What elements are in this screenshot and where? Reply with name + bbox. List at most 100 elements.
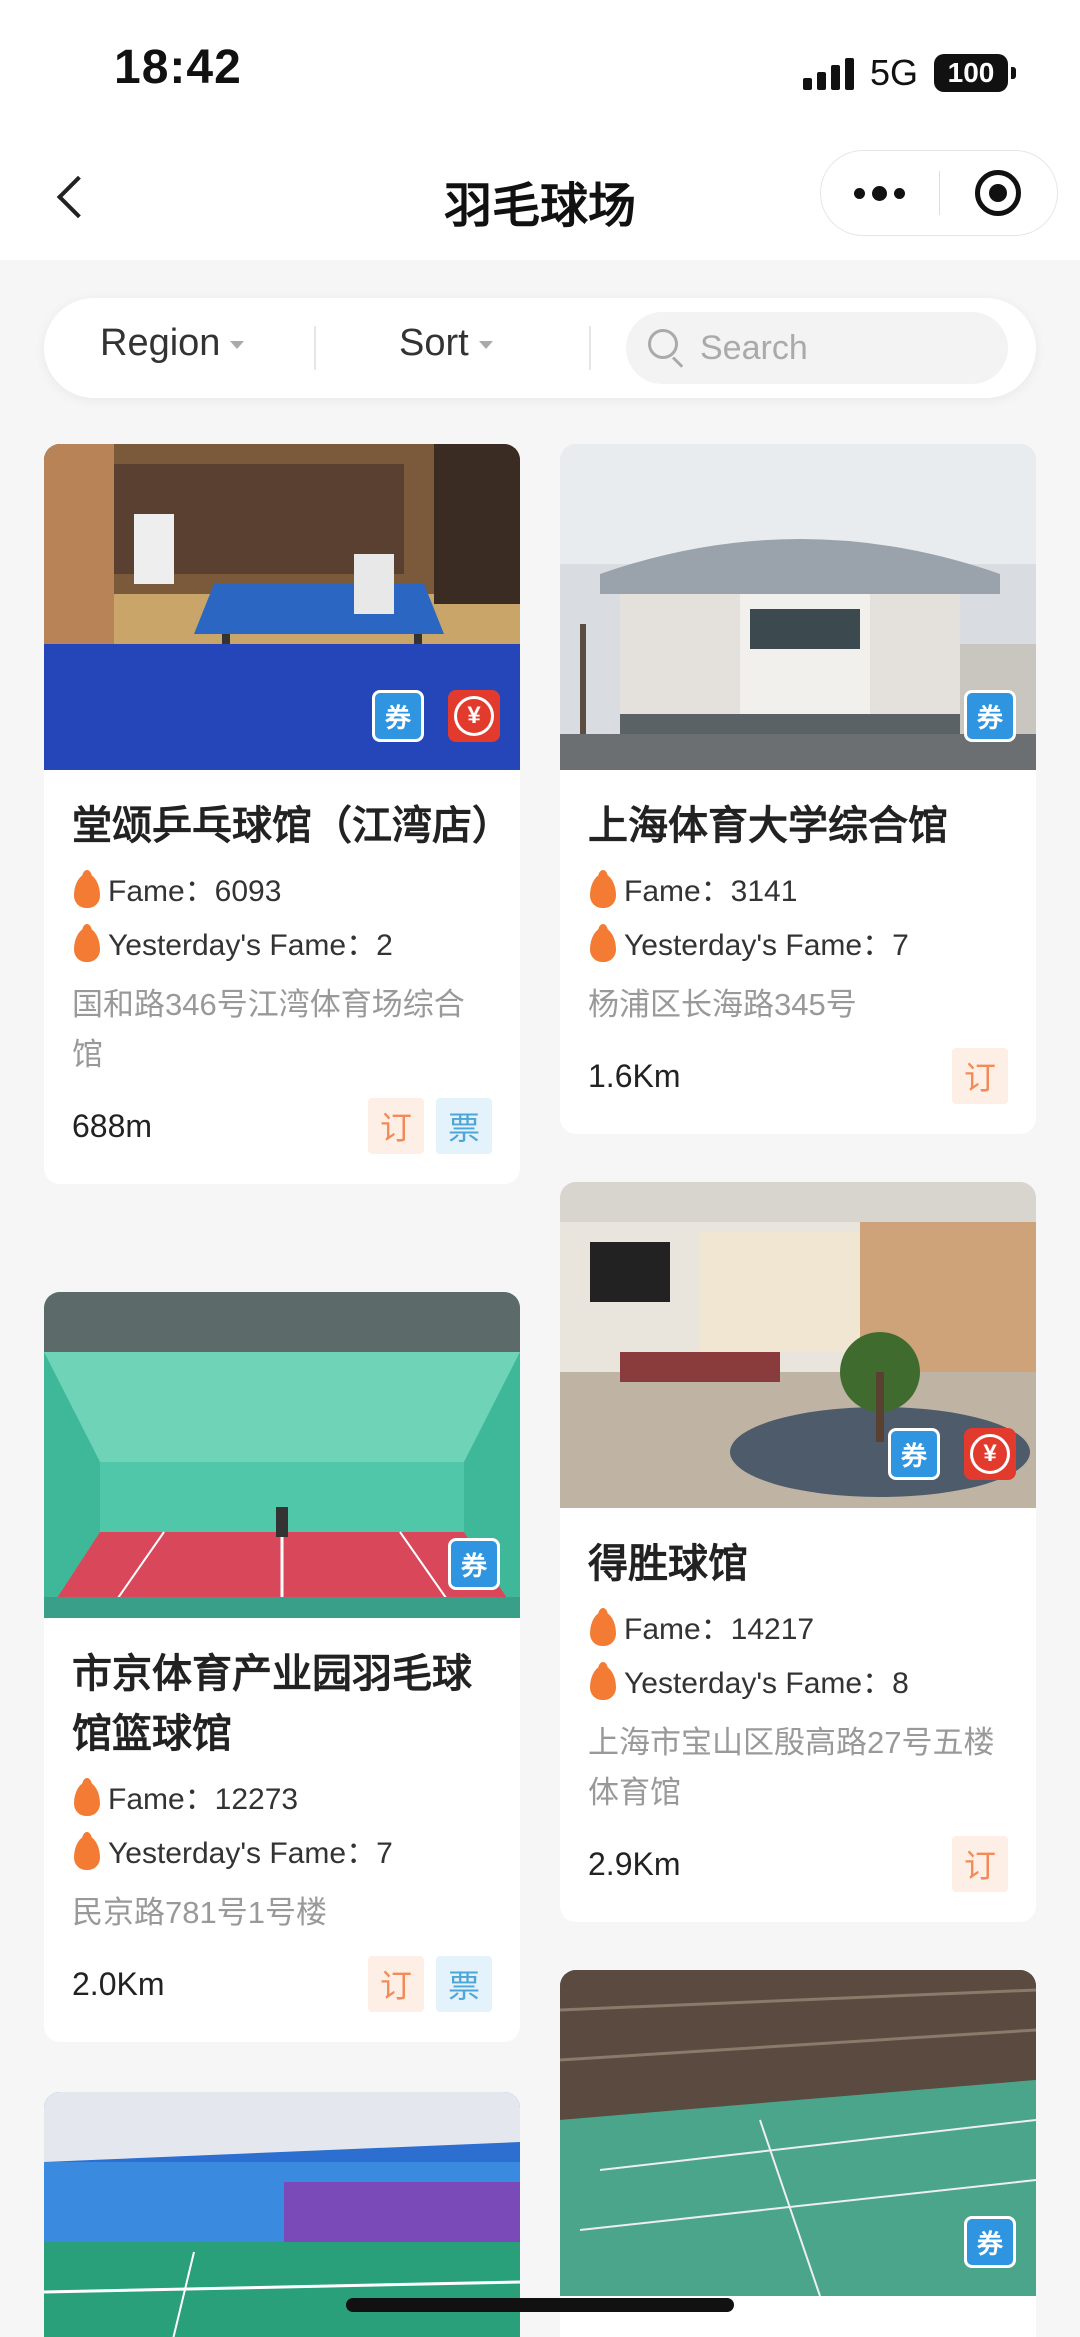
- venue-card[interactable]: 券 市京体育产业园羽毛球馆篮球馆 Fame：12273 Yesterday's …: [44, 1292, 520, 2042]
- venue-distance: 1.6Km: [588, 1057, 681, 1094]
- photo-badges: 券 ¥: [372, 690, 500, 742]
- fame-row: Fame：14217: [588, 1604, 1008, 1648]
- venue-photo: 券: [560, 1970, 1036, 2296]
- venue-card[interactable]: 券 ¥ 堂颂乒乓球馆（江湾店） Fame：6093 Yesterday's Fa…: [44, 444, 520, 1184]
- signal-icon: [802, 56, 854, 90]
- fame-label: Fame：14217: [624, 1613, 815, 1646]
- network-label: 5G: [869, 52, 918, 93]
- photo-badges: 券 ¥: [888, 1428, 1016, 1480]
- venue-name: 市京体育产业园羽毛球馆篮球馆: [72, 1652, 472, 1756]
- search-box[interactable]: [626, 312, 1008, 384]
- flame-icon: [72, 866, 100, 910]
- yesterday-fame-row: Yesterday's Fame：7: [588, 920, 1008, 964]
- filter-divider: [314, 326, 316, 370]
- coupon-icon: 券: [372, 690, 424, 742]
- venue-photo: 券 ¥: [560, 1182, 1036, 1508]
- more-dot-icon: [894, 187, 906, 199]
- coupon-icon: 券: [964, 2216, 1016, 2268]
- caret-down-icon: [230, 340, 245, 349]
- coupon-icon: 券: [964, 690, 1016, 742]
- venue-address: 上海市宝山区殷高路27号五楼体育馆: [588, 1725, 995, 1810]
- region-filter[interactable]: Region: [100, 322, 245, 365]
- battery-icon: 100: [934, 54, 1016, 92]
- filter-divider: [589, 326, 591, 370]
- venue-distance: 2.9Km: [588, 1845, 681, 1882]
- venue-photo: 券: [560, 444, 1036, 770]
- yuan-icon: ¥: [448, 690, 500, 742]
- flame-icon: [588, 866, 616, 910]
- yesterday-fame-label: Yesterday's Fame：8: [624, 1667, 909, 1700]
- search-icon: [648, 329, 686, 368]
- coupon-icon: 券: [448, 1538, 500, 1590]
- venue-card-body: 上海体育大学综合馆 Fame：3141 Yesterday's Fame：7 杨…: [560, 770, 1036, 1134]
- photo-badges: 券: [964, 690, 1016, 742]
- venue-footer: 2.9Km 订: [588, 1836, 1008, 1892]
- venue-card[interactable]: 券: [560, 1970, 1036, 2337]
- flame-icon: [72, 920, 100, 964]
- more-button[interactable]: [821, 150, 939, 236]
- search-input[interactable]: [700, 328, 960, 368]
- venue-distance: 688m: [72, 1107, 153, 1144]
- yesterday-fame-label: Yesterday's Fame：2: [108, 929, 393, 962]
- fame-label: Fame：3141: [624, 875, 798, 908]
- ticket-tag[interactable]: 票: [436, 1098, 492, 1154]
- venue-card-body: 堂颂乒乓球馆（江湾店） Fame：6093 Yesterday's Fame：2…: [44, 770, 520, 1184]
- ticket-tag[interactable]: 票: [436, 1956, 492, 2012]
- venue-card[interactable]: 券 ¥ 得胜球馆 Fame：14217 Yesterday's Fame：8 上…: [560, 1182, 1036, 1922]
- flame-icon: [72, 1774, 100, 1818]
- flame-icon: [72, 1828, 100, 1872]
- venue-tags: 订 票: [368, 1956, 492, 2012]
- yesterday-fame-row: Yesterday's Fame：7: [72, 1828, 492, 1872]
- yesterday-fame-label: Yesterday's Fame：7: [624, 929, 909, 962]
- venue-tags: 订: [952, 1048, 1008, 1104]
- fame-label: Fame：6093: [108, 875, 282, 908]
- venue-photo: 券 ¥: [44, 444, 520, 770]
- fame-row: Fame：3141: [588, 866, 1008, 910]
- booking-tag[interactable]: 订: [952, 1836, 1008, 1892]
- flame-icon: [588, 1658, 616, 1702]
- yesterday-fame-row: Yesterday's Fame：8: [588, 1658, 1008, 1702]
- region-filter-label: Region: [100, 322, 221, 364]
- more-dot-icon: [872, 185, 888, 201]
- venue-photo: 券: [44, 1292, 520, 1618]
- fame-row: Fame：12273: [72, 1774, 492, 1818]
- flame-icon: [588, 1604, 616, 1648]
- close-mini-program-button[interactable]: [940, 150, 1058, 236]
- venue-name: 堂颂乒乓球馆（江湾店）: [72, 804, 512, 848]
- sort-filter-label: Sort: [399, 322, 469, 364]
- venue-name: 得胜球馆: [588, 1542, 748, 1586]
- filter-bar: Region Sort: [44, 298, 1036, 398]
- photo-badges: 券: [448, 1538, 500, 1590]
- sort-filter[interactable]: Sort: [399, 322, 493, 365]
- fame-label: Fame：12273: [108, 1783, 299, 1816]
- yuan-icon: ¥: [964, 1428, 1016, 1480]
- venue-card-body: 市京体育产业园羽毛球馆篮球馆 Fame：12273 Yesterday's Fa…: [44, 1618, 520, 2042]
- flame-icon: [588, 920, 616, 964]
- venue-footer: 2.0Km 订 票: [72, 1956, 492, 2012]
- caret-down-icon: [478, 340, 493, 349]
- venue-address: 国和路346号江湾体育场综合馆: [72, 987, 465, 1072]
- status-time: 18:42: [114, 41, 242, 94]
- venue-distance: 2.0Km: [72, 1965, 165, 2002]
- booking-tag[interactable]: 订: [952, 1048, 1008, 1104]
- venue-footer: 688m 订 票: [72, 1098, 492, 1154]
- venue-card[interactable]: 券 上海体育大学综合馆 Fame：3141 Yesterday's Fame：7…: [560, 444, 1036, 1134]
- venue-tags: 订: [952, 1836, 1008, 1892]
- home-indicator: [346, 2298, 734, 2312]
- venue-address: 民京路781号1号楼: [72, 1895, 327, 1930]
- venue-tags: 订 票: [368, 1098, 492, 1154]
- battery-level: 100: [947, 57, 995, 88]
- more-dot-icon: [854, 187, 866, 199]
- venue-address: 杨浦区长海路345号: [588, 987, 857, 1022]
- coupon-icon: 券: [888, 1428, 940, 1480]
- venue-footer: 1.6Km 订: [588, 1048, 1008, 1104]
- booking-tag[interactable]: 订: [368, 1956, 424, 2012]
- mini-program-capsule: [820, 150, 1058, 236]
- target-icon: [975, 170, 1022, 216]
- booking-tag[interactable]: 订: [368, 1098, 424, 1154]
- venue-name: 上海体育大学综合馆: [588, 804, 948, 848]
- status-indicators: 5G 100: [802, 52, 1016, 94]
- status-bar: 18:42 5G 100: [0, 0, 1080, 140]
- nav-bar: 羽毛球场: [0, 140, 1080, 260]
- photo-badges: 券: [964, 2216, 1016, 2268]
